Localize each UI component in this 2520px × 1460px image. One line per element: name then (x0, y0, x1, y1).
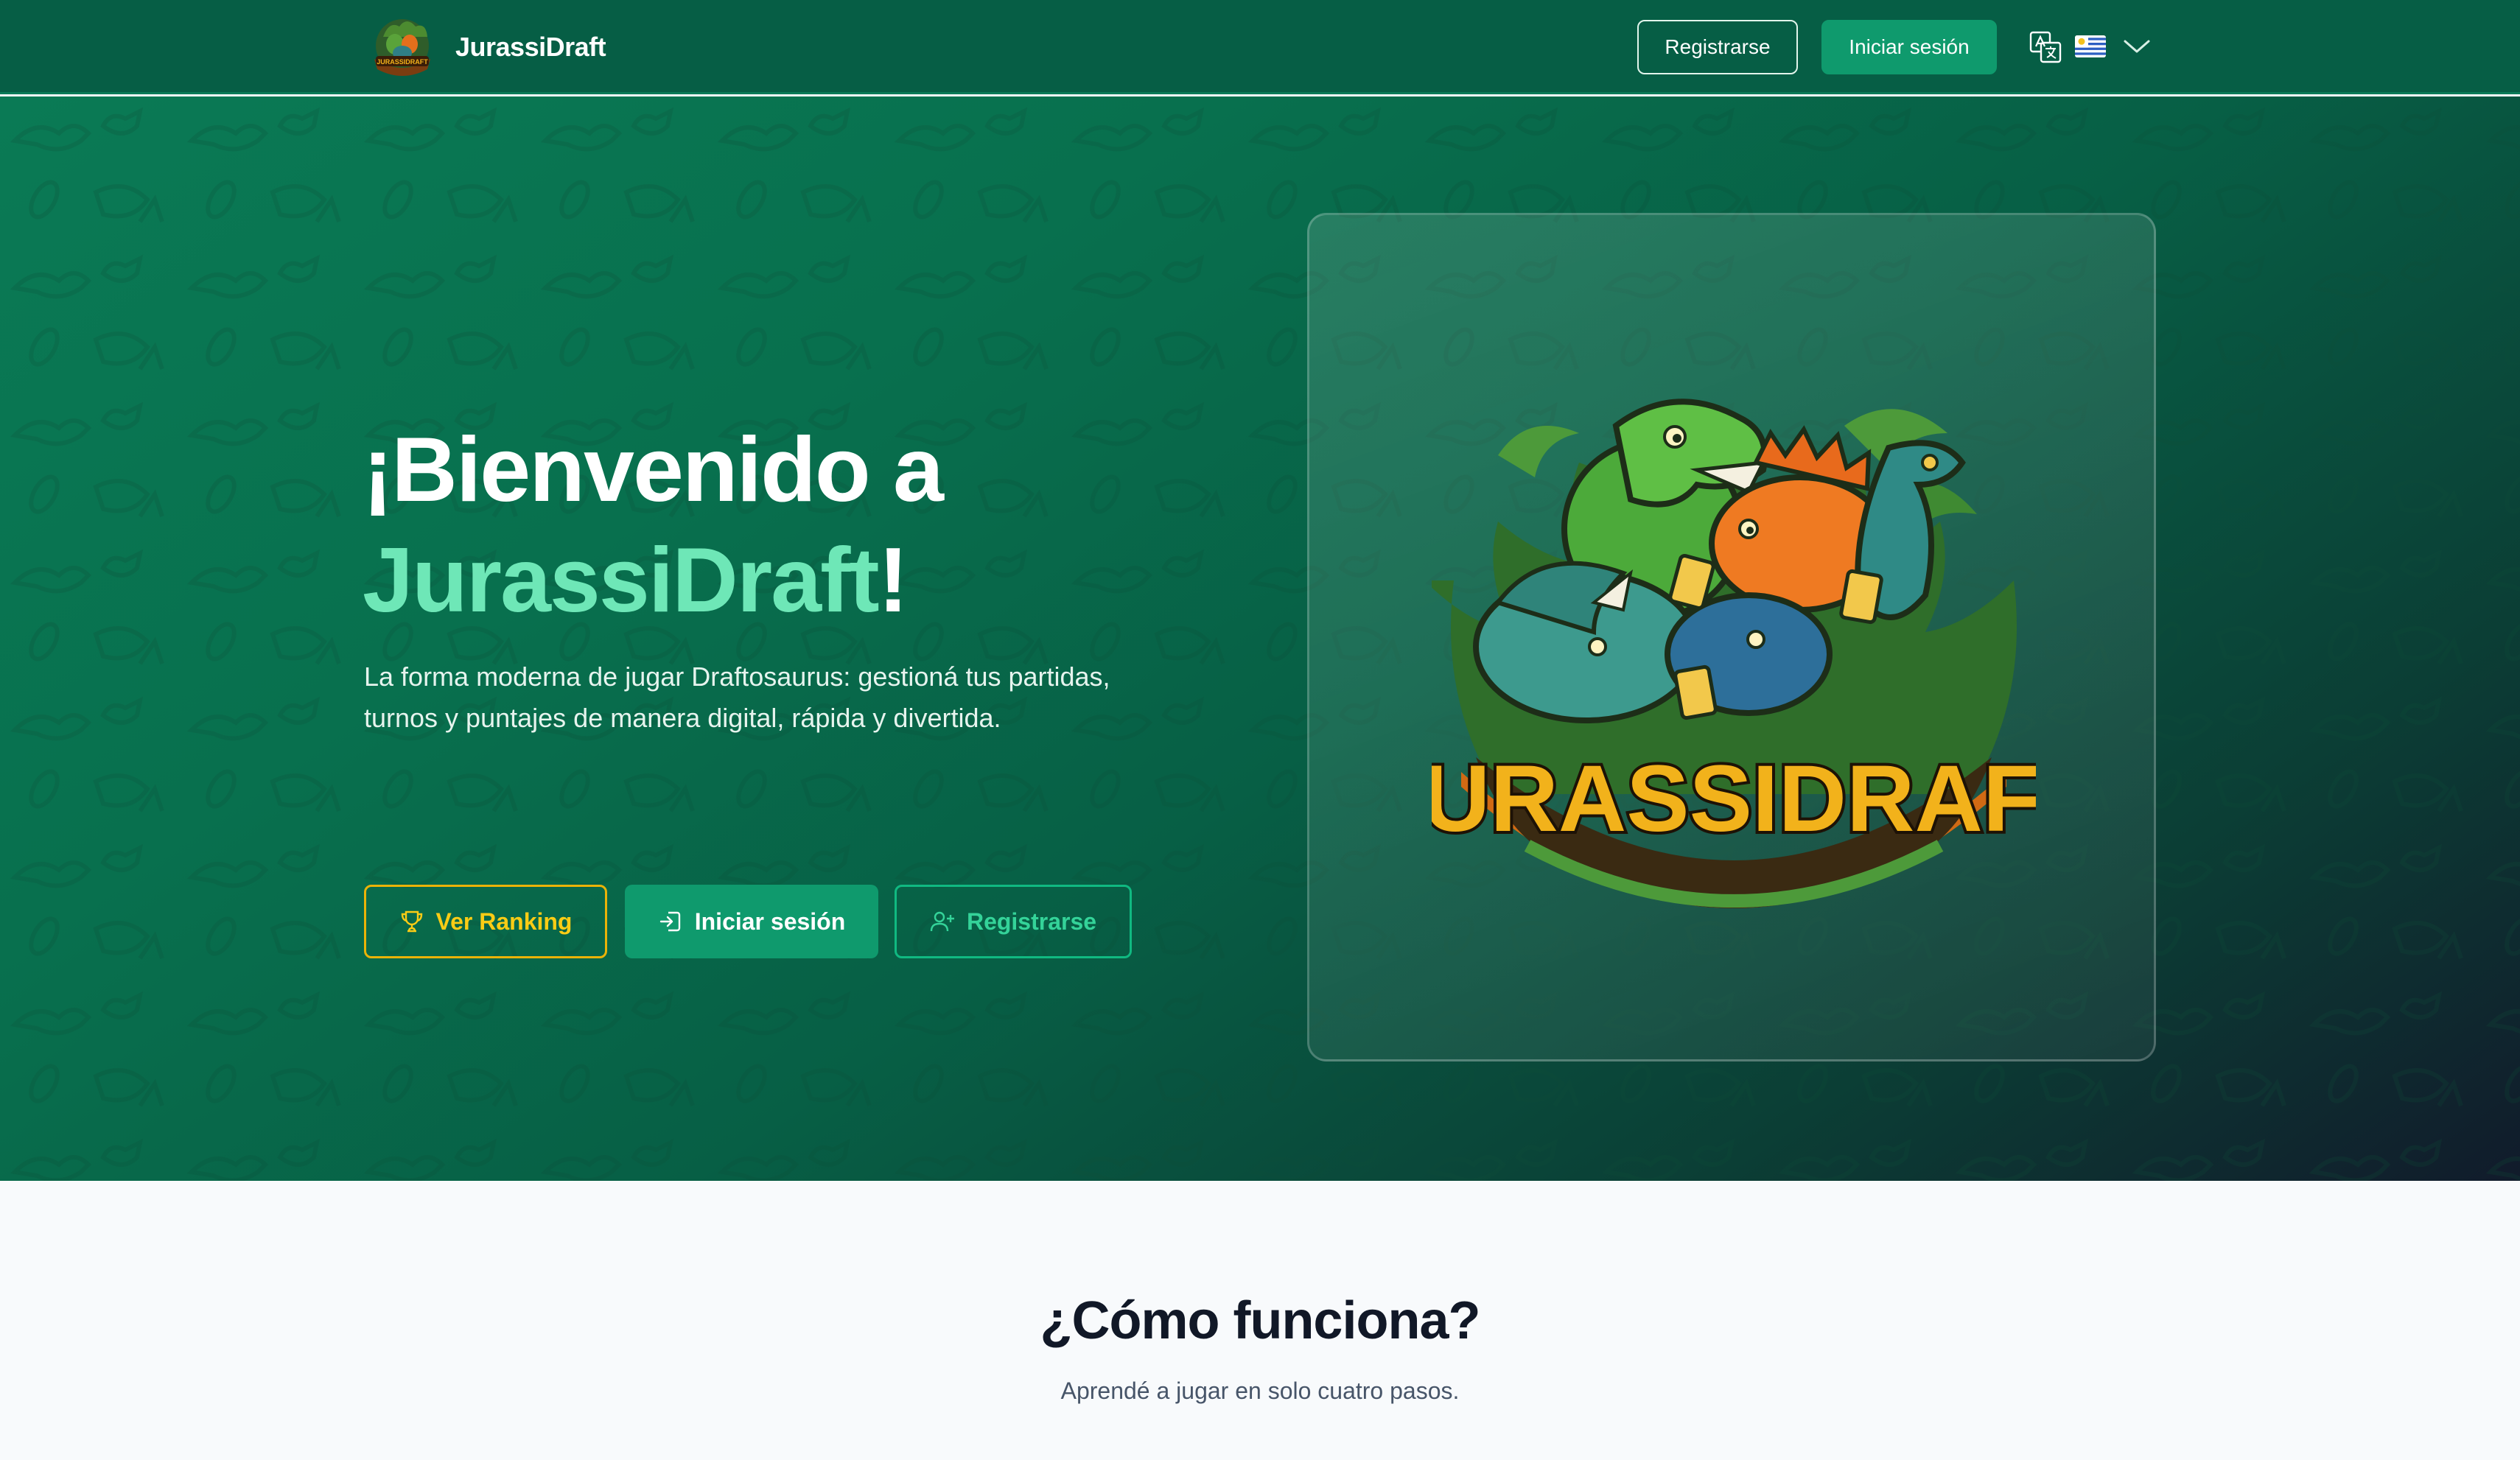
brand-link[interactable]: JURASSIDRAFT JurassiDraft (368, 16, 606, 78)
register-button[interactable]: Registrarse (1637, 20, 1798, 74)
hero-register-button[interactable]: Registrarse (895, 885, 1132, 958)
login-icon (659, 911, 680, 932)
hero-title-suffix: ! (878, 530, 909, 631)
svg-text:JURASSIDRAFT: JURASSIDRAFT (377, 58, 428, 66)
brand-logo-icon: JURASSIDRAFT (374, 19, 430, 76)
user-plus-icon (930, 911, 954, 932)
hero-title-brand: JurassiDraft (363, 530, 880, 631)
navbar: JURASSIDRAFT JurassiDraft Registrarse In… (0, 0, 2520, 94)
hero-section: ¡Bienvenido a JurassiDraft! La forma mod… (0, 96, 2520, 1181)
logo-card: JURASSIDRAFT (1307, 213, 2156, 1061)
hero-login-button[interactable]: Iniciar sesión (625, 885, 878, 958)
hero-title: ¡Bienvenido a JurassiDraft! (363, 415, 1247, 636)
hero-register-button-label: Registrarse (966, 908, 1097, 935)
hero-title-prefix: ¡Bienvenido a (363, 419, 944, 521)
trophy-icon (401, 910, 422, 933)
how-it-works-subtitle: Aprendé a jugar en solo cuatro pasos. (1060, 1377, 1460, 1404)
login-button[interactable]: Iniciar sesión (1821, 20, 1997, 74)
jurassidraft-logo: JURASSIDRAFT (1432, 399, 2036, 908)
language-icon[interactable] (2029, 31, 2062, 63)
ranking-button[interactable]: Ver Ranking (364, 885, 607, 958)
ranking-button-label: Ver Ranking (435, 908, 573, 935)
how-it-works-title: ¿Cómo funciona? (1040, 1291, 1481, 1350)
hero-subtitle: La forma moderna de jugar Draftosaurus: … (364, 661, 1110, 733)
brand-name: JurassiDraft (455, 32, 606, 62)
chevron-down-icon[interactable] (2122, 35, 2152, 56)
svg-text:JURASSIDRAFT: JURASSIDRAFT (1432, 746, 2036, 852)
uruguay-flag-icon[interactable] (2075, 35, 2106, 57)
hero-login-button-label: Iniciar sesión (694, 908, 846, 935)
